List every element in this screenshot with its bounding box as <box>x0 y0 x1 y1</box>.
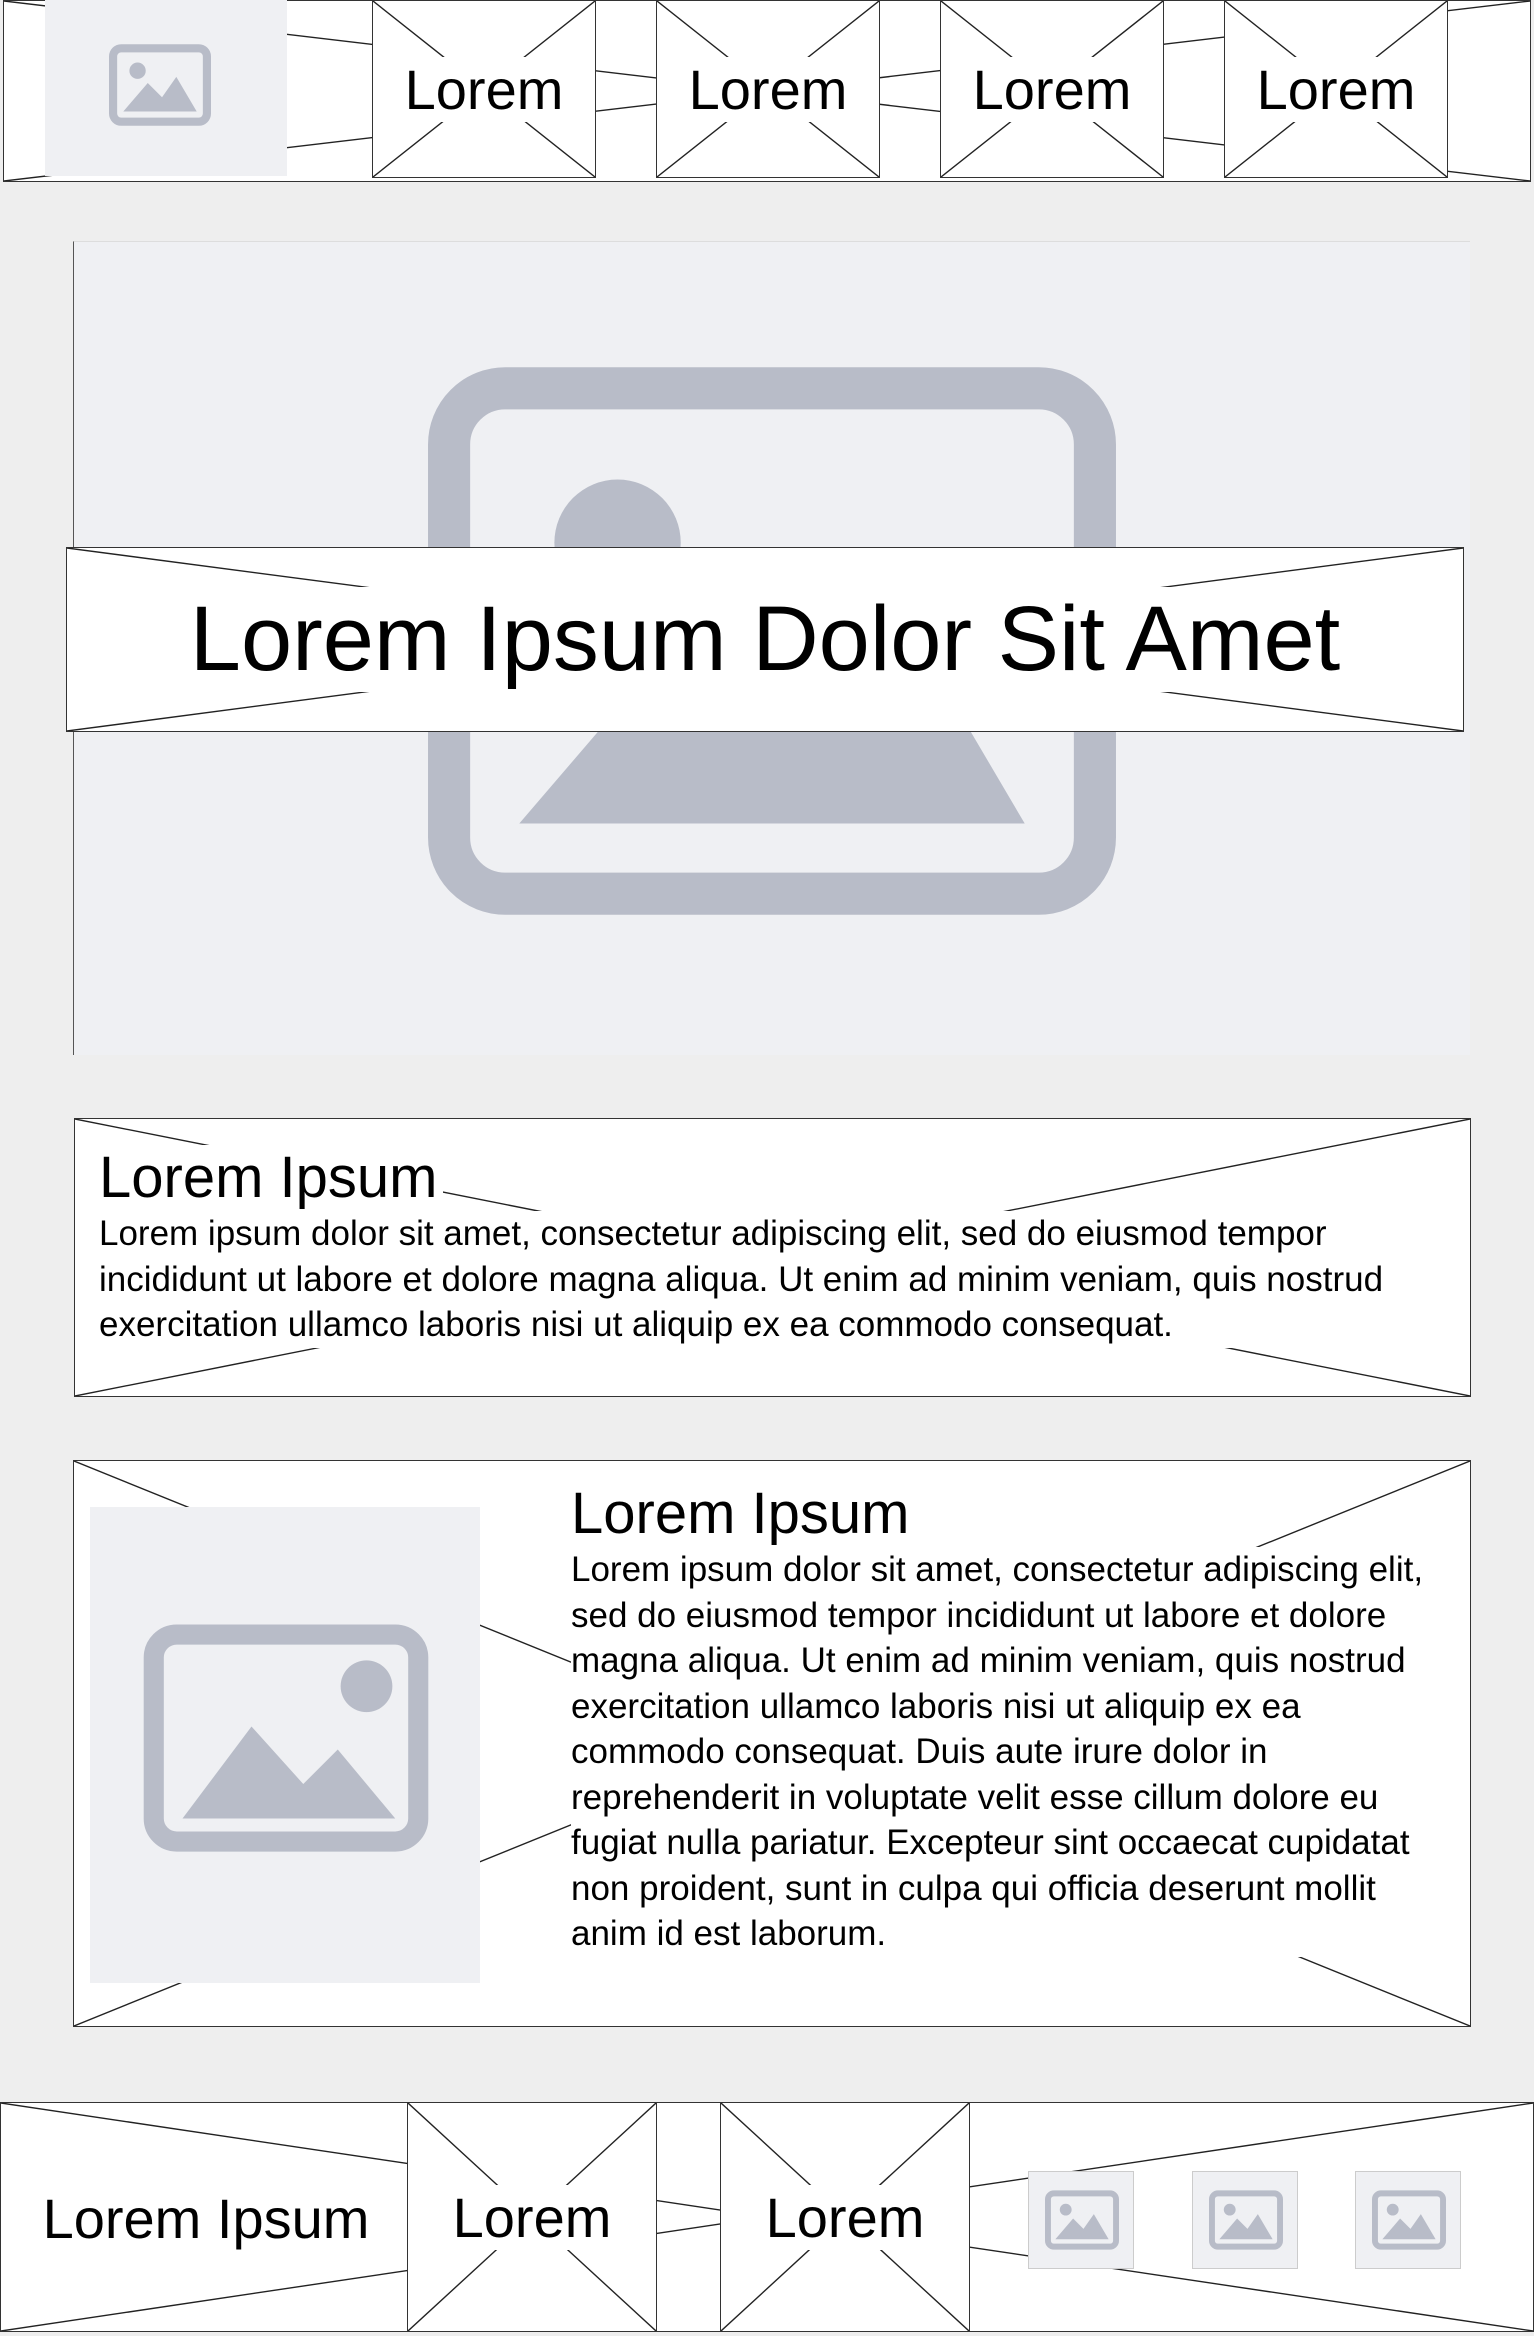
nav-item-label: Lorem <box>682 56 854 122</box>
footer-link-2[interactable]: Lorem <box>720 2102 970 2332</box>
image-placeholder-icon <box>1372 2190 1446 2250</box>
social-icon-2[interactable] <box>1192 2171 1298 2269</box>
section-heading: Lorem Ipsum <box>99 1145 444 1211</box>
hero-title: Lorem Ipsum Dolor Sit Amet <box>183 587 1347 692</box>
media-section: Lorem Ipsum Lorem ipsum dolor sit amet, … <box>73 1460 1471 2027</box>
logo-placeholder[interactable] <box>45 0 287 176</box>
image-placeholder-icon <box>1209 2190 1283 2250</box>
media-body: Lorem ipsum dolor sit amet, consectetur … <box>571 1547 1451 1957</box>
social-icon-1[interactable] <box>1028 2171 1134 2269</box>
section-body: Lorem ipsum dolor sit amet, consectetur … <box>99 1211 1449 1348</box>
footer-brand: Lorem Ipsum <box>36 2185 376 2251</box>
nav-item-label: Lorem <box>966 56 1138 122</box>
text-section: Lorem Ipsum Lorem ipsum dolor sit amet, … <box>74 1118 1471 1397</box>
nav-item-3[interactable]: Lorem <box>940 0 1164 178</box>
footer-link-1[interactable]: Lorem <box>407 2102 657 2332</box>
image-placeholder-icon <box>143 1624 429 1852</box>
hero-title-box: Lorem Ipsum Dolor Sit Amet <box>66 547 1464 732</box>
image-placeholder-icon <box>109 44 211 126</box>
image-placeholder-icon <box>1045 2190 1119 2250</box>
nav-item-4[interactable]: Lorem <box>1224 0 1448 178</box>
nav-item-label: Lorem <box>1250 56 1422 122</box>
nav-item-2[interactable]: Lorem <box>656 0 880 178</box>
nav-item-label: Lorem <box>398 56 570 122</box>
media-heading: Lorem Ipsum <box>571 1481 916 1547</box>
footer-link-label: Lorem <box>446 2184 618 2250</box>
footer-link-label: Lorem <box>759 2184 931 2250</box>
media-image <box>90 1507 480 1983</box>
social-icon-3[interactable] <box>1355 2171 1461 2269</box>
nav-item-1[interactable]: Lorem <box>372 0 596 178</box>
